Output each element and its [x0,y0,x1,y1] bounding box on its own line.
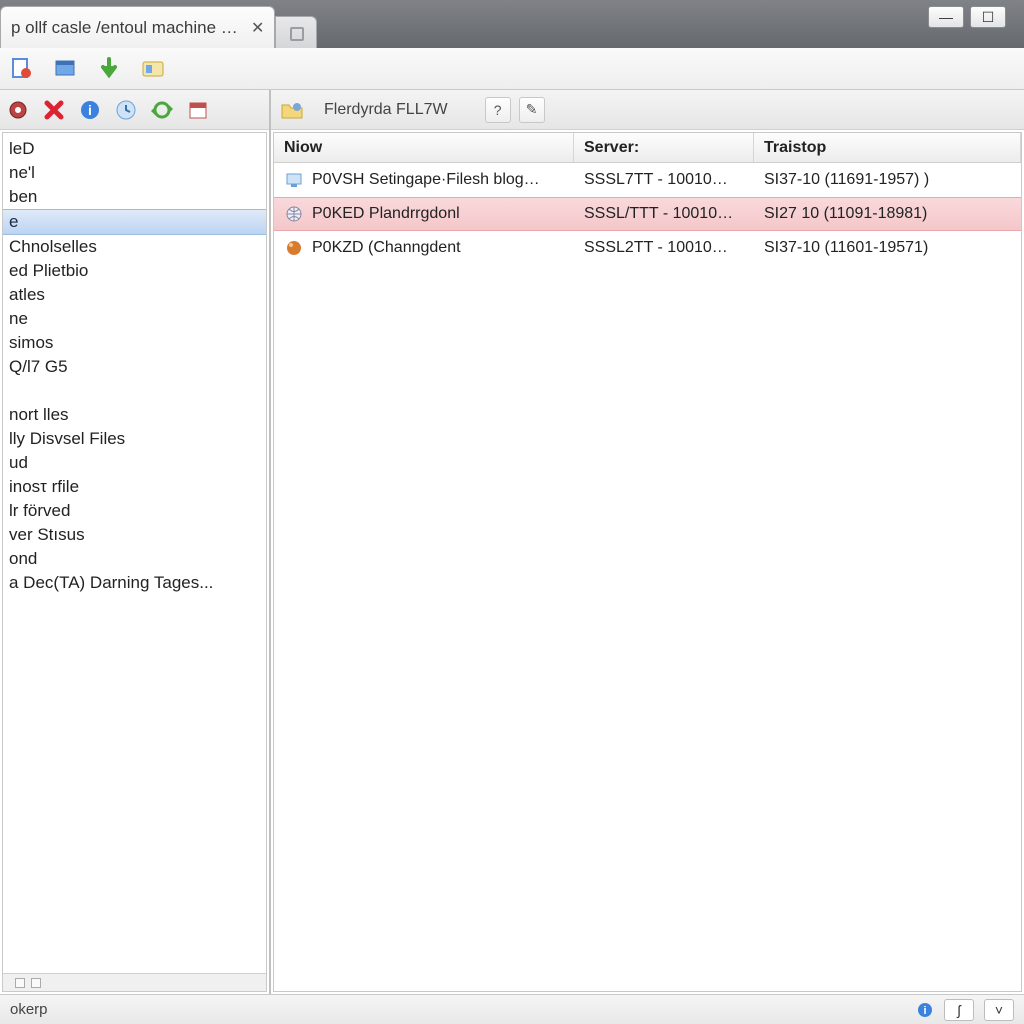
tree-item[interactable] [3,379,266,403]
help-button[interactable]: ? [485,97,511,123]
tree-hscroll[interactable] [3,973,266,991]
window-frame: p ollf casle /entoul machine in... ✕ — ☐ [0,0,1024,1024]
cell-server: SSSL/TTT - 10010… [574,205,754,223]
clock-icon[interactable] [114,98,138,122]
tree-item[interactable]: leD [3,137,266,161]
tree-item[interactable]: Q/l7 G5 [3,355,266,379]
tree-list[interactable]: leDne'lbeneChnolsellesed Plietbioatlesne… [3,133,266,973]
info-icon[interactable]: i [78,98,102,122]
monitor-icon [284,170,304,190]
status-button-1[interactable]: ʃ [944,999,974,1021]
tree-item[interactable]: ud [3,451,266,475]
table-row[interactable]: P0VSH Setingape·Filesh blog… SSSL7TT - 10… [274,163,1021,197]
restore-button[interactable]: ☐ [970,6,1006,28]
tree-item[interactable]: atles [3,283,266,307]
scroll-right-icon[interactable] [31,978,41,988]
info-icon[interactable]: i [916,1001,934,1019]
new-doc-icon[interactable] [8,56,34,82]
close-icon[interactable]: ✕ [251,18,264,38]
table-row[interactable]: P0KED Plandrrgdonl SSSL/TTT - 10010…SI27 … [274,197,1021,231]
tree-item[interactable]: simos [3,331,266,355]
svg-text:i: i [923,1005,926,1017]
tree-item[interactable]: e [3,209,266,235]
main-toolbar [0,48,1024,90]
cell-traistop: SI37-10 (11601‑19571) [754,239,1021,257]
column-header-server[interactable]: Server: [574,133,754,162]
cell-server: SSSL2TT - 10010… [574,239,754,257]
column-header-traistop[interactable]: Traistop [754,133,1021,162]
globe-icon [284,204,304,224]
tree-item[interactable]: ne [3,307,266,331]
tree-panel: leDne'lbeneChnolsellesed Plietbioatlesne… [2,132,267,992]
tree-item[interactable]: ben [3,185,266,209]
grid-panel: Niow Server: Traistop P0VSH Setingape·Fi… [273,132,1022,992]
grid-body[interactable]: P0VSH Setingape·Filesh blog… SSSL7TT - 10… [274,163,1021,991]
scroll-left-icon[interactable] [15,978,25,988]
cell-traistop: SI27 10 (11091‑18981) [754,205,1021,223]
svg-text:i: i [88,102,92,118]
tree-item[interactable]: inosτ rfile [3,475,266,499]
cell-niow: P0KZD (Channgdent [312,239,461,257]
main-body: i leDne'lbeneChnolsellesed Plietbioatles… [0,90,1024,994]
window-controls: — ☐ [928,6,1024,48]
grid-header: Niow Server: Traistop [274,133,1021,163]
cell-server: SSSL7TT - 10010… [574,171,754,189]
cell-niow: P0VSH Setingape·Filesh blog… [312,171,540,189]
tree-item[interactable]: ne'l [3,161,266,185]
folder-icon[interactable] [279,97,305,123]
edit-button[interactable]: ✎ [519,97,545,123]
left-panel: i leDne'lbeneChnolsellesed Plietbioatles… [0,90,270,994]
tree-item[interactable]: ed Plietbio [3,259,266,283]
titlebar: p ollf casle /entoul machine in... ✕ — ☐ [0,0,1024,48]
table-row[interactable]: P0KZD (Channgdent SSSL2TT - 10010…SI37-10… [274,231,1021,265]
status-bar: okerp i ʃ ˅ [0,994,1024,1024]
tree-item[interactable]: lr förved [3,499,266,523]
tree-item[interactable]: ver Stısus [3,523,266,547]
id-card-icon[interactable] [140,56,166,82]
minimize-button[interactable]: — [928,6,964,28]
breadcrumb-label: Flerdyrda FLL7W [313,96,459,124]
right-toolbar: Flerdyrda FLL7W ? ✎ [271,90,1024,130]
cell-niow: P0KED Plandrrgdonl [312,205,460,223]
left-toolbar: i [0,90,269,130]
right-panel: Flerdyrda FLL7W ? ✎ Niow Server: Traisto… [270,90,1024,994]
status-button-2[interactable]: ˅ [984,999,1014,1021]
orb-icon [284,238,304,258]
calendar-icon[interactable] [186,98,210,122]
tree-item[interactable]: lly Disvsel Files [3,427,266,451]
new-tab-button[interactable] [275,16,317,48]
cell-traistop: SI37-10 (11691‑1957) ) [754,171,1021,189]
sync-icon[interactable] [150,98,174,122]
download-icon[interactable] [96,56,122,82]
tree-item[interactable]: ond [3,547,266,571]
gear-icon[interactable] [6,98,30,122]
delete-icon[interactable] [42,98,66,122]
column-header-niow[interactable]: Niow [274,133,574,162]
status-text: okerp [10,1001,48,1018]
tree-item[interactable]: a Dec(TA) Darning Tages... [3,571,266,595]
tree-item[interactable]: Chnolselles [3,235,266,259]
tab-label: p ollf casle /entoul machine in... [11,18,241,38]
window-icon[interactable] [52,56,78,82]
active-tab[interactable]: p ollf casle /entoul machine in... ✕ [0,6,275,48]
tree-item[interactable]: nort lles [3,403,266,427]
